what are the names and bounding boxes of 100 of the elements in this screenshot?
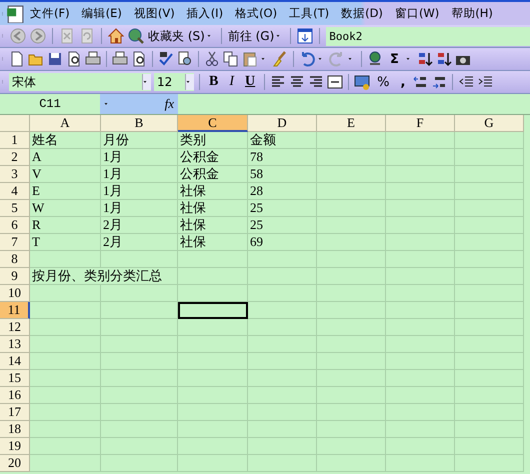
row-header[interactable]: 7: [0, 234, 30, 251]
empty-cell[interactable]: [386, 268, 455, 285]
menu-item[interactable]: 格式(O): [229, 6, 284, 21]
percent-button[interactable]: %: [373, 74, 394, 90]
empty-cell[interactable]: [317, 149, 386, 166]
home-icon[interactable]: [108, 28, 124, 44]
empty-cell[interactable]: [101, 251, 178, 268]
empty-cell[interactable]: [386, 455, 455, 472]
empty-cell[interactable]: [178, 438, 248, 455]
underline-button[interactable]: U: [241, 74, 260, 90]
empty-cell[interactable]: [178, 319, 248, 336]
empty-cell[interactable]: [455, 421, 524, 438]
empty-cell[interactable]: [386, 217, 455, 234]
column-header[interactable]: E: [317, 115, 386, 132]
empty-cell[interactable]: [178, 404, 248, 421]
empty-cell[interactable]: [455, 387, 524, 404]
cut-icon[interactable]: [204, 51, 220, 67]
empty-cell[interactable]: [317, 251, 386, 268]
bold-button[interactable]: B: [205, 74, 222, 90]
empty-cell[interactable]: [248, 336, 317, 353]
empty-cell[interactable]: [317, 285, 386, 302]
empty-cell[interactable]: [317, 132, 386, 149]
empty-cell[interactable]: [455, 166, 524, 183]
empty-cell[interactable]: [317, 421, 386, 438]
sort-descending-icon[interactable]: [436, 51, 452, 67]
empty-cell[interactable]: [248, 387, 317, 404]
empty-cell[interactable]: [101, 302, 178, 319]
table-cell[interactable]: 1月: [101, 200, 178, 217]
empty-cell[interactable]: [101, 336, 178, 353]
favorites-button[interactable]: 收藏夹 (S): [148, 28, 215, 44]
table-cell[interactable]: 金额: [248, 132, 317, 149]
table-cell[interactable]: 类别: [178, 132, 248, 149]
empty-cell[interactable]: [455, 285, 524, 302]
empty-cell[interactable]: [386, 353, 455, 370]
forward-icon[interactable]: [30, 28, 46, 44]
empty-cell[interactable]: [101, 319, 178, 336]
empty-cell[interactable]: [317, 234, 386, 251]
name-box[interactable]: C11: [0, 94, 100, 114]
empty-cell[interactable]: [248, 370, 317, 387]
menu-item[interactable]: 窗口(W): [388, 6, 446, 21]
row-header[interactable]: 2: [0, 149, 30, 166]
empty-cell[interactable]: [455, 302, 524, 319]
table-cell[interactable]: 社保: [178, 200, 248, 217]
menu-item[interactable]: 视图(V): [128, 6, 181, 21]
empty-cell[interactable]: [386, 438, 455, 455]
empty-cell[interactable]: [178, 285, 248, 302]
column-header[interactable]: A: [30, 115, 101, 132]
empty-cell[interactable]: [386, 183, 455, 200]
table-cell[interactable]: 1月: [101, 183, 178, 200]
increase-decimal-icon[interactable]: [412, 74, 428, 90]
empty-cell[interactable]: [101, 285, 178, 302]
empty-cell[interactable]: [455, 183, 524, 200]
table-cell[interactable]: E: [30, 183, 101, 200]
empty-cell[interactable]: [178, 251, 248, 268]
empty-cell[interactable]: [386, 302, 455, 319]
save-icon[interactable]: [47, 51, 63, 67]
column-header[interactable]: D: [248, 115, 317, 132]
row-header[interactable]: 17: [0, 404, 30, 421]
empty-cell[interactable]: [455, 455, 524, 472]
sort-ascending-icon[interactable]: [416, 51, 433, 67]
empty-cell[interactable]: [455, 404, 524, 421]
empty-cell[interactable]: [317, 200, 386, 217]
empty-cell[interactable]: [248, 285, 317, 302]
empty-cell[interactable]: [455, 438, 524, 455]
empty-cell[interactable]: [386, 387, 455, 404]
empty-cell[interactable]: [248, 455, 317, 472]
empty-cell[interactable]: [178, 353, 248, 370]
empty-cell[interactable]: [317, 166, 386, 183]
italic-button[interactable]: I: [225, 74, 238, 90]
column-header[interactable]: G: [455, 115, 524, 132]
address-field[interactable]: Book2: [326, 26, 530, 46]
row-header[interactable]: 5: [0, 200, 30, 217]
paste-icon[interactable]: [242, 51, 258, 67]
font-dropdown[interactable]: 宋体: [9, 73, 151, 91]
table-cell[interactable]: 1月: [101, 149, 178, 166]
font-size-dropdown[interactable]: 12: [154, 73, 194, 91]
table-cell[interactable]: 社保: [178, 234, 248, 251]
undo-icon[interactable]: [299, 51, 315, 67]
menu-item[interactable]: 编辑(E): [76, 6, 128, 21]
row-header[interactable]: 6: [0, 217, 30, 234]
table-cell[interactable]: 25: [248, 217, 317, 234]
empty-cell[interactable]: [386, 166, 455, 183]
comma-style-button[interactable]: ,: [396, 74, 410, 90]
column-header[interactable]: B: [101, 115, 178, 132]
empty-cell[interactable]: [386, 149, 455, 166]
row-header[interactable]: 14: [0, 353, 30, 370]
table-cell[interactable]: 公积金: [178, 149, 248, 166]
empty-cell[interactable]: [455, 319, 524, 336]
empty-cell[interactable]: [101, 387, 178, 404]
empty-cell[interactable]: [386, 285, 455, 302]
active-cell[interactable]: [178, 302, 248, 319]
empty-cell[interactable]: [386, 370, 455, 387]
empty-cell[interactable]: [386, 319, 455, 336]
empty-cell[interactable]: [386, 421, 455, 438]
refresh-icon[interactable]: [79, 28, 95, 44]
table-cell[interactable]: 姓名: [30, 132, 101, 149]
menu-item[interactable]: 帮助(H): [445, 6, 499, 21]
table-cell[interactable]: 78: [248, 149, 317, 166]
row-header[interactable]: 9: [0, 268, 30, 285]
align-right-icon[interactable]: [308, 74, 324, 90]
